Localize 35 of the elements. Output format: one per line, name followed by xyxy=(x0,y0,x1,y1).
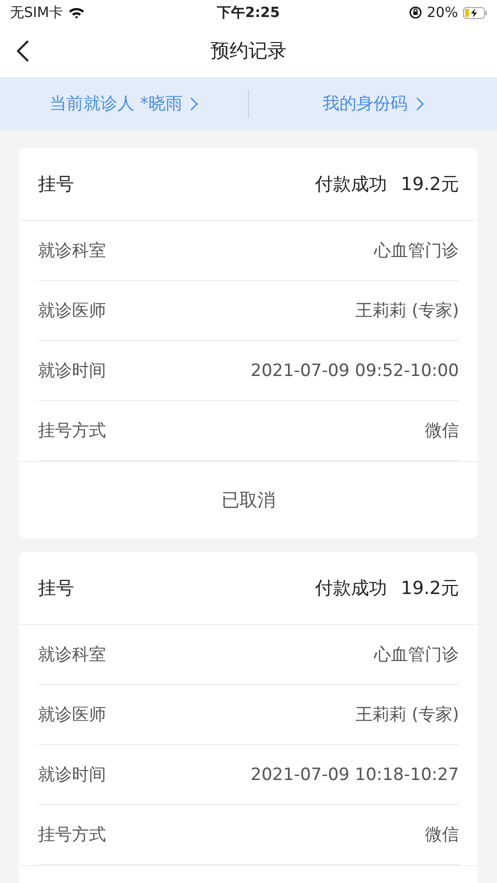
chevron-right-icon xyxy=(190,96,198,110)
payment-amount: 19.2元 xyxy=(400,577,459,600)
field-label: 就诊医师 xyxy=(38,300,106,322)
back-icon[interactable] xyxy=(16,39,30,63)
record-type: 挂号 xyxy=(38,577,74,600)
field-value: 心血管门诊 xyxy=(374,240,459,262)
field-label: 就诊时间 xyxy=(38,360,106,382)
field-label: 就诊科室 xyxy=(38,644,106,666)
field-value: 2021-07-09 09:52-10:00 xyxy=(250,360,459,380)
carrier-label: 无SIM卡 xyxy=(10,4,64,22)
field-label: 就诊科室 xyxy=(38,240,106,262)
payment-status: 付款成功 xyxy=(314,577,387,600)
rotation-lock-icon xyxy=(408,6,422,19)
page-title: 预约记录 xyxy=(210,39,286,64)
info-link[interactable]: 当前就诊人 *晓雨 xyxy=(50,92,198,115)
record-type: 挂号 xyxy=(38,173,74,196)
field-label: 挂号方式 xyxy=(38,824,106,846)
field-label: 挂号方式 xyxy=(38,420,106,442)
field-value: 王莉莉 (专家) xyxy=(355,300,459,322)
payment-amount: 19.2元 xyxy=(400,173,459,196)
record-status: 已取消 xyxy=(222,489,276,512)
info-link[interactable]: 我的身份码 xyxy=(322,92,424,115)
field-label: 就诊时间 xyxy=(38,764,106,786)
payment-status: 付款成功 xyxy=(314,173,387,196)
battery-percent: 20% xyxy=(426,4,458,20)
field-label: 就诊医师 xyxy=(38,704,106,726)
clock-time: 下午2:25 xyxy=(217,4,280,22)
field-value: 微信 xyxy=(425,824,459,846)
field-value: 王莉莉 (专家) xyxy=(355,704,459,726)
battery-charging-icon xyxy=(463,6,488,18)
field-value: 心血管门诊 xyxy=(374,644,459,666)
chevron-right-icon xyxy=(416,96,424,110)
wifi-icon xyxy=(68,6,86,18)
field-value: 微信 xyxy=(425,420,459,442)
field-value: 2021-07-09 10:18-10:27 xyxy=(250,764,459,784)
